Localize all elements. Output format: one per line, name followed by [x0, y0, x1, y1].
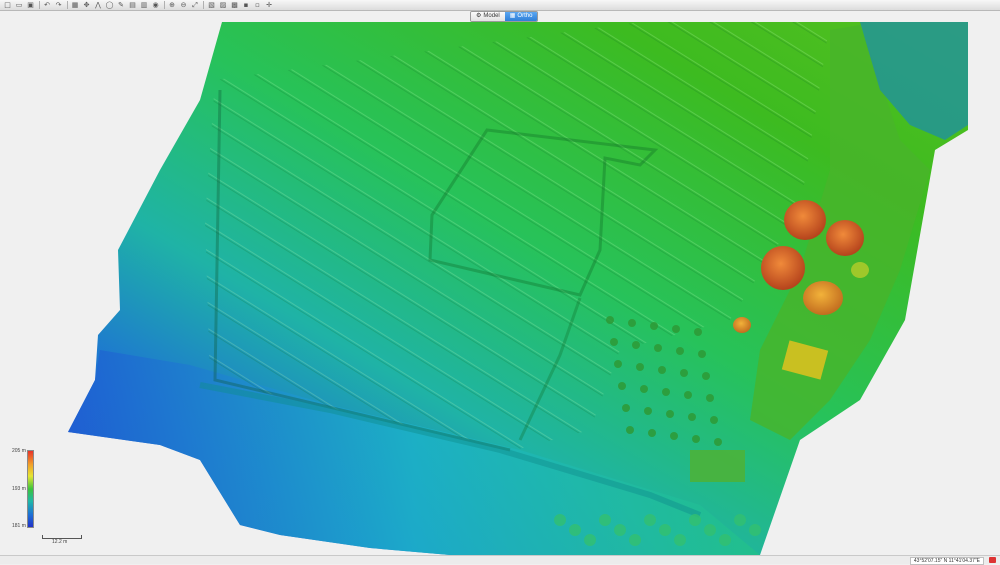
orchard-tree — [706, 394, 714, 402]
orchard-tree — [666, 410, 674, 418]
legend-min-label: 181 m — [12, 523, 26, 529]
grid-icon[interactable]: ▥ — [140, 1, 149, 9]
orchard-tree — [640, 385, 648, 393]
settings-icon[interactable]: ▫ — [253, 1, 262, 9]
orchard-tree — [676, 347, 684, 355]
orchard-tree — [628, 319, 636, 327]
shrub — [749, 524, 761, 536]
scale-label: 12.2 m — [52, 539, 68, 545]
redo-icon[interactable]: ↷ — [54, 1, 63, 9]
orchard-tree — [714, 438, 722, 446]
zoom-in-icon[interactable]: ⊕ — [168, 1, 177, 9]
orchard-tree — [710, 416, 718, 424]
orchard-tree — [702, 372, 710, 380]
tree-crown — [784, 200, 826, 240]
save-icon[interactable]: ▣ — [26, 1, 35, 9]
camera-icon[interactable]: ▧ — [207, 1, 216, 9]
measure-area-icon[interactable]: ◯ — [105, 1, 114, 9]
orchard-tree — [672, 325, 680, 333]
shrub — [599, 514, 611, 526]
shrub — [569, 524, 581, 536]
orchard-tree — [698, 350, 706, 358]
shrub — [629, 534, 641, 546]
orchard-tree — [684, 391, 692, 399]
toolbar-separator — [203, 1, 204, 9]
orchard-tree — [650, 322, 658, 330]
toolbar-separator — [66, 1, 68, 9]
main-toolbar: □ ▭ ▣ ↶ ↷ ▦ ✥ ⋀ ◯ ✎ ▤ ▥ ◉ ⊕ ⊖ ⤢ ▧ ▨ ▩ ▪ ▫ ✛ — [0, 0, 1000, 11]
tree-crown — [733, 317, 751, 333]
shrub — [704, 524, 716, 536]
orchard-tree — [610, 338, 618, 346]
move-icon[interactable]: ✛ — [265, 1, 274, 9]
measure-distance-icon[interactable]: ⋀ — [94, 1, 103, 9]
undo-icon[interactable]: ↶ — [43, 1, 52, 9]
select-icon[interactable]: ▦ — [71, 1, 80, 9]
layers-icon[interactable]: ▤ — [128, 1, 137, 9]
draw-icon[interactable]: ✎ — [117, 1, 126, 9]
orchard-tree — [622, 404, 630, 412]
shrub — [584, 534, 596, 546]
tree-crown — [851, 262, 869, 278]
legend-max-label: 205 m — [12, 448, 26, 454]
orchard-tree — [654, 344, 662, 352]
toolbar-separator — [38, 1, 40, 9]
image-icon[interactable]: ▩ — [230, 1, 239, 9]
tree-crown — [803, 281, 843, 315]
pan-icon[interactable]: ✥ — [82, 1, 91, 9]
orchard-tree — [658, 366, 666, 374]
toolbar-separator — [163, 1, 165, 9]
orchard-tree — [670, 432, 678, 440]
shapes-icon[interactable]: ▨ — [219, 1, 228, 9]
status-flag-icon — [989, 557, 996, 563]
orchard-tree — [694, 328, 702, 336]
shrub — [719, 534, 731, 546]
shrub — [689, 514, 701, 526]
open-icon[interactable]: ▭ — [15, 1, 24, 9]
shrub — [659, 524, 671, 536]
orchard-tree — [662, 388, 670, 396]
tree-crown — [761, 246, 805, 290]
shrub — [614, 524, 626, 536]
orchard-tree — [680, 369, 688, 377]
shrub — [734, 514, 746, 526]
orchard-tree — [626, 426, 634, 434]
annotate-icon[interactable]: ◉ — [151, 1, 160, 9]
export-icon[interactable]: ▪ — [242, 1, 251, 9]
shrub — [644, 514, 656, 526]
zoom-out-icon[interactable]: ⊖ — [179, 1, 188, 9]
orchard-tree — [618, 382, 626, 390]
elevation-map-view[interactable] — [0, 20, 1000, 555]
elevation-color-scale — [27, 450, 34, 528]
orchard-tree — [606, 316, 614, 324]
orchard-tree — [644, 407, 652, 415]
new-icon[interactable]: □ — [3, 1, 12, 9]
orchard-tree — [636, 363, 644, 371]
orchard-tree — [648, 429, 656, 437]
orchard-tree — [614, 360, 622, 368]
orchard-tree — [632, 341, 640, 349]
shrub — [554, 514, 566, 526]
orchard-tree — [688, 413, 696, 421]
tree-crown — [826, 220, 864, 256]
shrub — [674, 534, 686, 546]
legend-mid-label: 193 m — [12, 486, 26, 492]
coordinates-readout: 43°52'07.15" N 11°41'04.37"E — [909, 557, 984, 565]
zoom-fit-icon[interactable]: ⤢ — [191, 1, 200, 9]
orchard-tree — [692, 435, 700, 443]
